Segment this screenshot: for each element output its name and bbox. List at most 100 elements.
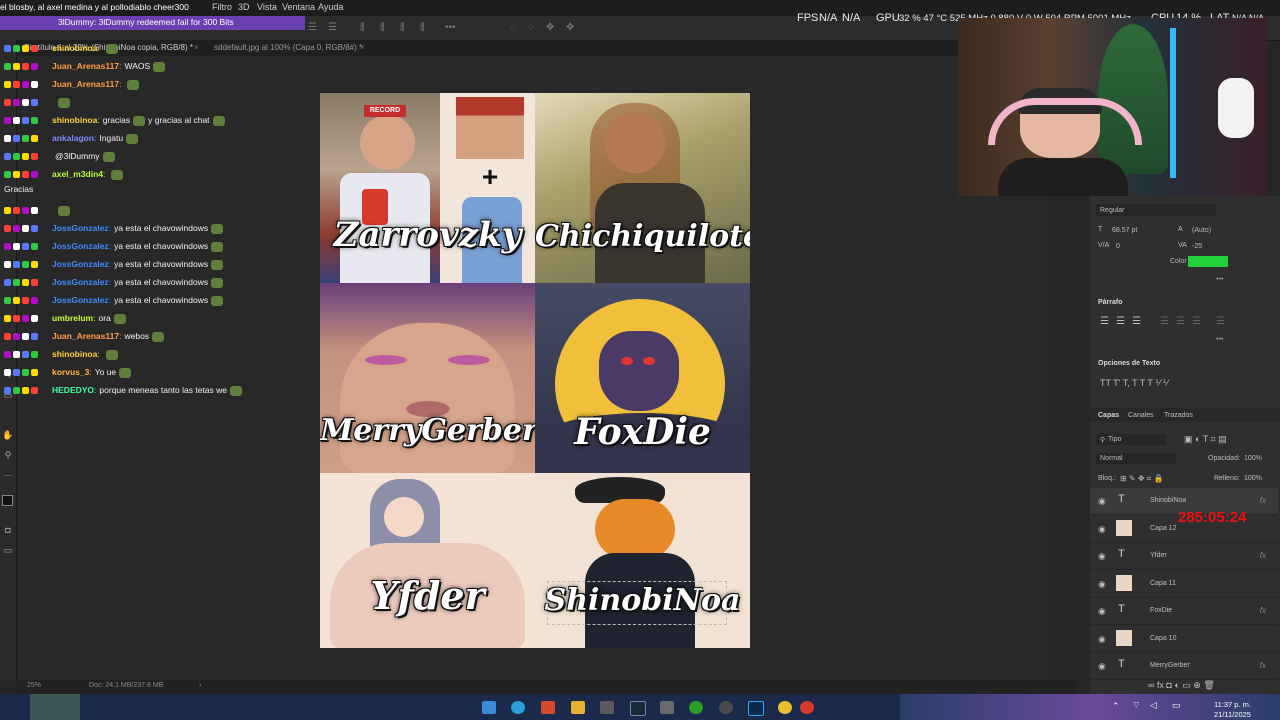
layer-row[interactable]: ◉ Capa 11 bbox=[1090, 571, 1278, 598]
layer-name[interactable]: MerryGerber bbox=[1150, 662, 1190, 669]
tracking[interactable]: -25 bbox=[1192, 243, 1202, 250]
filter-icons[interactable]: ▣ ◐ T ⌗ ▤ bbox=[1184, 434, 1227, 445]
chat-username[interactable]: korvus_3 bbox=[52, 367, 89, 377]
menu-ventana[interactable]: Ventana bbox=[282, 2, 315, 12]
zoom-tool-icon[interactable]: ⚲ bbox=[2, 450, 14, 460]
chat-username[interactable]: umbrelum bbox=[52, 313, 93, 323]
app-icon[interactable] bbox=[800, 701, 814, 714]
justify-icon[interactable]: ☰ bbox=[1160, 316, 1169, 327]
chat-username[interactable]: JossGonzalez bbox=[52, 241, 109, 251]
eye-icon[interactable]: ◉ bbox=[1098, 551, 1106, 562]
more-icon[interactable]: ••• bbox=[1216, 276, 1223, 283]
3d-pan-icon[interactable]: ✥ bbox=[546, 22, 554, 33]
align-right-icon[interactable]: ☰ bbox=[1132, 316, 1141, 327]
layer-filter[interactable] bbox=[1096, 434, 1166, 445]
layer-name[interactable]: Capa 12 bbox=[1150, 525, 1176, 532]
volume-icon[interactable]: ◁ bbox=[1150, 700, 1157, 711]
paragraph-title[interactable]: Párrafo bbox=[1098, 299, 1123, 306]
close-icon[interactable]: × bbox=[360, 43, 365, 52]
align-center-icon[interactable]: ☰ bbox=[1116, 316, 1125, 327]
network-icon[interactable]: ⌔ bbox=[1132, 700, 1140, 711]
layer-name[interactable]: Capa 11 bbox=[1150, 580, 1176, 587]
tab-trazados[interactable]: Trazados bbox=[1164, 412, 1193, 419]
app-icon[interactable] bbox=[660, 701, 674, 714]
more-icon[interactable]: ••• bbox=[445, 22, 456, 33]
align-left-icon[interactable]: ☰ bbox=[1100, 316, 1109, 327]
chat-username[interactable]: shinobinoa bbox=[52, 43, 97, 53]
chrome-icon[interactable] bbox=[778, 701, 792, 714]
layer-actions[interactable]: ∞ fx ◘ ◐ ▭ ⊕ 🗑 bbox=[1148, 680, 1215, 691]
3d-roll-icon[interactable]: ◌ bbox=[528, 22, 534, 33]
justify-icon[interactable]: ☰ bbox=[1192, 316, 1201, 327]
battery-icon[interactable]: ▭ bbox=[1172, 700, 1181, 711]
photoshop-icon[interactable] bbox=[748, 701, 764, 716]
align-left-icon[interactable]: ☰ bbox=[308, 22, 317, 33]
layer-row[interactable]: ◉ Capa 10 bbox=[1090, 626, 1278, 653]
distribute-icon[interactable]: ⫼ bbox=[420, 22, 425, 33]
opacity-value[interactable]: 100% bbox=[1244, 455, 1262, 462]
layer-row[interactable]: ◉ T Yfder fx bbox=[1090, 543, 1278, 570]
align-center-icon[interactable]: ☰ bbox=[328, 22, 337, 33]
text-options-icons[interactable]: TT T' T, T T T ⅟ ⅟ bbox=[1100, 378, 1168, 389]
layer-name[interactable]: ShinobiNoa bbox=[1150, 497, 1186, 504]
3d-orbit-icon[interactable]: ◌ bbox=[510, 22, 516, 33]
fill-value[interactable]: 100% bbox=[1244, 475, 1262, 482]
layer-row[interactable]: ◉ T FoxDie fx bbox=[1090, 598, 1278, 625]
chat-username[interactable]: JossGonzalez bbox=[52, 277, 109, 287]
chat-username[interactable]: shinobinoa bbox=[52, 115, 97, 125]
folder-icon[interactable] bbox=[571, 701, 585, 714]
foreground-color-swatch[interactable] bbox=[2, 495, 13, 506]
eye-icon[interactable]: ◉ bbox=[1098, 496, 1106, 507]
fx-icon[interactable]: fx bbox=[1260, 661, 1266, 670]
layer-row[interactable]: ◉ T MerryGerber fx bbox=[1090, 653, 1278, 680]
clock-date[interactable]: 21/11/2025 bbox=[1214, 710, 1251, 719]
chevron-up-icon[interactable]: ⌃ bbox=[1112, 701, 1120, 712]
more-tools-icon[interactable]: ⋯ bbox=[2, 470, 14, 480]
chat-username[interactable]: ankalagon bbox=[52, 133, 94, 143]
store-icon[interactable] bbox=[541, 701, 555, 714]
tab-capas[interactable]: Capas bbox=[1098, 412, 1119, 419]
chat-username[interactable]: Juan_Arenas117 bbox=[52, 79, 119, 89]
xbox-icon[interactable] bbox=[689, 701, 703, 714]
3d-slide-icon[interactable]: ✥ bbox=[566, 22, 574, 33]
zoom-level[interactable]: 25% bbox=[27, 682, 41, 689]
eye-icon[interactable]: ◉ bbox=[1098, 524, 1106, 535]
fx-icon[interactable]: fx bbox=[1260, 551, 1266, 560]
windows-icon[interactable] bbox=[482, 701, 496, 714]
layer-name[interactable]: Capa 10 bbox=[1150, 635, 1176, 642]
app-icon[interactable] bbox=[719, 701, 733, 714]
app-icon[interactable] bbox=[600, 701, 614, 714]
tab-canales[interactable]: Canales bbox=[1128, 412, 1154, 419]
eye-icon[interactable]: ◉ bbox=[1098, 634, 1106, 645]
chat-username[interactable]: HEDEDYO bbox=[52, 385, 94, 395]
chat-username[interactable]: JossGonzalez bbox=[52, 259, 109, 269]
lock-icons[interactable]: ⊞ ✎ ✥ ⌗ 🔒 bbox=[1120, 474, 1163, 484]
chat-username[interactable]: Juan_Arenas117 bbox=[52, 61, 119, 71]
text-options-title[interactable]: Opciones de Texto bbox=[1098, 360, 1160, 367]
menu-filtro[interactable]: Filtro bbox=[212, 2, 232, 12]
menu-vista[interactable]: Vista bbox=[257, 2, 277, 12]
menu-ayuda[interactable]: Ayuda bbox=[318, 2, 343, 12]
transform-bounding-box[interactable] bbox=[547, 581, 727, 625]
color-swatch[interactable] bbox=[1188, 256, 1228, 267]
layer-name[interactable]: Yfder bbox=[1150, 552, 1167, 559]
steam-icon[interactable] bbox=[630, 701, 646, 716]
menu-3d[interactable]: 3D bbox=[238, 2, 250, 12]
edge-icon[interactable] bbox=[511, 701, 525, 714]
chat-username[interactable]: JossGonzalez bbox=[52, 295, 109, 305]
eye-icon[interactable]: ◉ bbox=[1098, 606, 1106, 617]
chat-username[interactable]: Juan_Arenas117 bbox=[52, 331, 119, 341]
chat-username[interactable]: JossGonzalez bbox=[52, 223, 109, 233]
distribute-icon[interactable]: ⫼ bbox=[380, 22, 385, 33]
eye-icon[interactable]: ◉ bbox=[1098, 661, 1106, 672]
fx-icon[interactable]: fx bbox=[1260, 496, 1266, 505]
layer-name[interactable]: FoxDie bbox=[1150, 607, 1172, 614]
quick-mask-icon[interactable]: ◘ bbox=[2, 525, 14, 535]
fx-icon[interactable]: fx bbox=[1260, 606, 1266, 615]
kerning[interactable]: 0 bbox=[1116, 243, 1120, 250]
leading[interactable]: (Auto) bbox=[1192, 227, 1211, 234]
distribute-icon[interactable]: ⫼ bbox=[360, 22, 365, 33]
chat-username[interactable]: shinobinoa bbox=[52, 349, 97, 359]
distribute-icon[interactable]: ⫼ bbox=[400, 22, 405, 33]
more-icon[interactable]: ••• bbox=[1216, 336, 1223, 343]
